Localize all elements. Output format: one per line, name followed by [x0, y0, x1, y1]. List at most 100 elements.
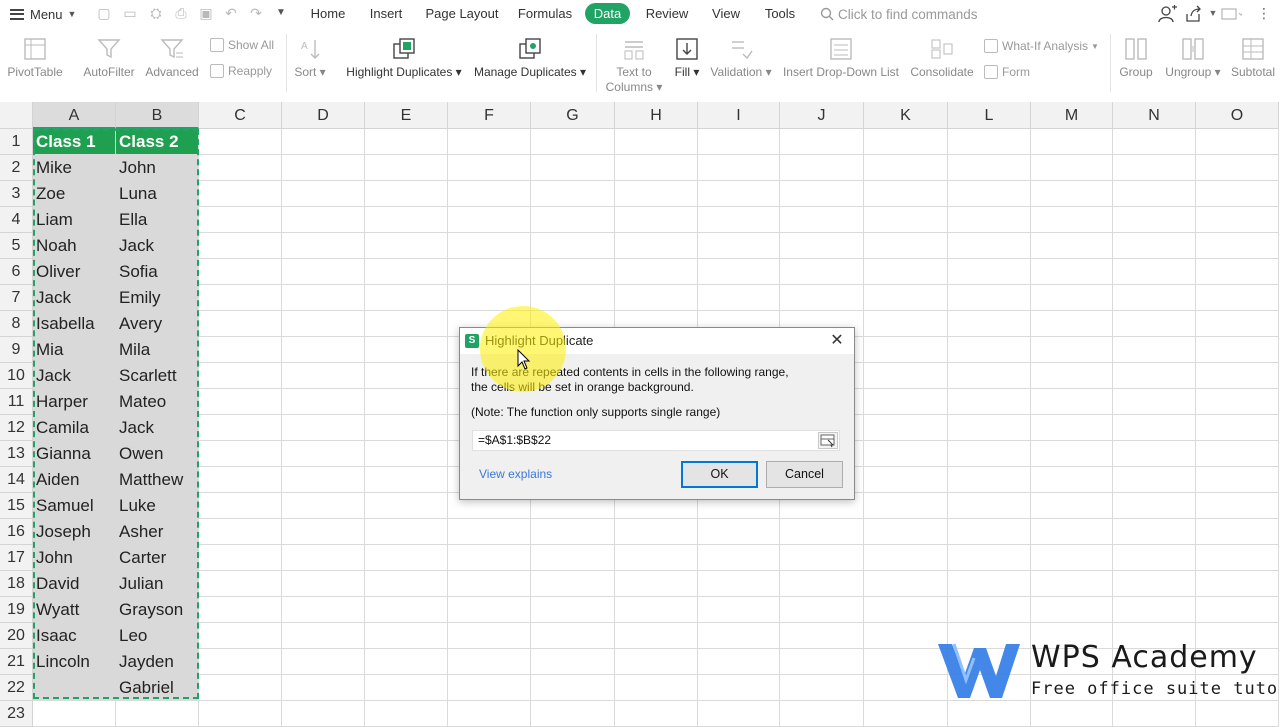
column-header-f[interactable]: F [448, 102, 531, 129]
cell-e22[interactable] [365, 675, 448, 701]
cell-l15[interactable] [948, 493, 1031, 519]
cell-g23[interactable] [531, 701, 615, 727]
redo-icon[interactable]: ↷ [248, 5, 264, 21]
cell-o23[interactable] [1196, 701, 1279, 727]
text-to-columns-button[interactable]: Text to Columns ▾ [602, 28, 666, 94]
cell-b5[interactable]: Jack [116, 233, 199, 259]
cell-c9[interactable] [199, 337, 282, 363]
cell-f22[interactable] [448, 675, 531, 701]
cell-e10[interactable] [365, 363, 448, 389]
cell-h1[interactable] [615, 129, 698, 155]
cell-f20[interactable] [448, 623, 531, 649]
cell-c1[interactable] [199, 129, 282, 155]
command-search[interactable]: Click to find commands [820, 4, 978, 24]
cell-b14[interactable]: Matthew [116, 467, 199, 493]
cell-h20[interactable] [615, 623, 698, 649]
tab-view[interactable]: View [706, 3, 746, 24]
cell-e17[interactable] [365, 545, 448, 571]
cell-i18[interactable] [698, 571, 780, 597]
cell-a19[interactable]: Wyatt [33, 597, 116, 623]
cell-g7[interactable] [531, 285, 615, 311]
cell-j1[interactable] [780, 129, 864, 155]
cell-l8[interactable] [948, 311, 1031, 337]
cell-j4[interactable] [780, 207, 864, 233]
cell-e16[interactable] [365, 519, 448, 545]
cell-b23[interactable] [116, 701, 199, 727]
cell-i19[interactable] [698, 597, 780, 623]
cell-c23[interactable] [199, 701, 282, 727]
cell-b9[interactable]: Mila [116, 337, 199, 363]
cell-n8[interactable] [1113, 311, 1196, 337]
cell-o5[interactable] [1196, 233, 1279, 259]
cell-e20[interactable] [365, 623, 448, 649]
cell-c18[interactable] [199, 571, 282, 597]
cell-i20[interactable] [698, 623, 780, 649]
cell-n3[interactable] [1113, 181, 1196, 207]
tab-insert[interactable]: Insert [362, 3, 410, 24]
ungroup-button[interactable]: Ungroup ▾ [1160, 28, 1226, 79]
cell-c6[interactable] [199, 259, 282, 285]
tab-data[interactable]: Data [585, 3, 630, 24]
cell-l13[interactable] [948, 441, 1031, 467]
cell-e15[interactable] [365, 493, 448, 519]
cell-d20[interactable] [282, 623, 365, 649]
cell-l2[interactable] [948, 155, 1031, 181]
cell-g18[interactable] [531, 571, 615, 597]
cell-m14[interactable] [1031, 467, 1113, 493]
column-header-n[interactable]: N [1113, 102, 1196, 129]
cell-k13[interactable] [864, 441, 948, 467]
cell-l7[interactable] [948, 285, 1031, 311]
cell-k18[interactable] [864, 571, 948, 597]
cell-k4[interactable] [864, 207, 948, 233]
form-button[interactable]: Form [984, 63, 1030, 81]
cell-e3[interactable] [365, 181, 448, 207]
cell-j17[interactable] [780, 545, 864, 571]
insert-dropdown-list-button[interactable]: Insert Drop-Down List [780, 28, 902, 79]
cell-d6[interactable] [282, 259, 365, 285]
cell-a12[interactable]: Camila [33, 415, 116, 441]
cell-i23[interactable] [698, 701, 780, 727]
cell-a18[interactable]: David [33, 571, 116, 597]
cell-n23[interactable] [1113, 701, 1196, 727]
cell-d9[interactable] [282, 337, 365, 363]
cell-d17[interactable] [282, 545, 365, 571]
cell-d10[interactable] [282, 363, 365, 389]
cell-m10[interactable] [1031, 363, 1113, 389]
sort-button[interactable]: A Sort ▾ [290, 28, 330, 79]
share-icon[interactable] [1184, 5, 1206, 23]
cell-c17[interactable] [199, 545, 282, 571]
cell-o12[interactable] [1196, 415, 1279, 441]
cell-m7[interactable] [1031, 285, 1113, 311]
cell-b17[interactable]: Carter [116, 545, 199, 571]
cell-j3[interactable] [780, 181, 864, 207]
cell-h22[interactable] [615, 675, 698, 701]
cell-n1[interactable] [1113, 129, 1196, 155]
row-header-7[interactable]: 7 [0, 285, 33, 311]
column-header-m[interactable]: M [1031, 102, 1113, 129]
row-header-11[interactable]: 11 [0, 389, 33, 415]
cell-m6[interactable] [1031, 259, 1113, 285]
cell-e14[interactable] [365, 467, 448, 493]
cell-h19[interactable] [615, 597, 698, 623]
cell-e7[interactable] [365, 285, 448, 311]
cell-o15[interactable] [1196, 493, 1279, 519]
row-header-12[interactable]: 12 [0, 415, 33, 441]
cell-c3[interactable] [199, 181, 282, 207]
cell-o7[interactable] [1196, 285, 1279, 311]
cell-b4[interactable]: Ella [116, 207, 199, 233]
cell-a15[interactable]: Samuel [33, 493, 116, 519]
view-explains-link[interactable]: View explains [479, 467, 552, 481]
cell-k16[interactable] [864, 519, 948, 545]
cell-k3[interactable] [864, 181, 948, 207]
validation-button[interactable]: Validation ▾ [708, 28, 774, 79]
cell-b7[interactable]: Emily [116, 285, 199, 311]
cell-n9[interactable] [1113, 337, 1196, 363]
cell-b8[interactable]: Avery [116, 311, 199, 337]
cell-e13[interactable] [365, 441, 448, 467]
cell-b18[interactable]: Julian [116, 571, 199, 597]
column-header-b[interactable]: B [116, 102, 199, 129]
cell-d13[interactable] [282, 441, 365, 467]
cell-j16[interactable] [780, 519, 864, 545]
cell-o2[interactable] [1196, 155, 1279, 181]
cell-b6[interactable]: Sofia [116, 259, 199, 285]
